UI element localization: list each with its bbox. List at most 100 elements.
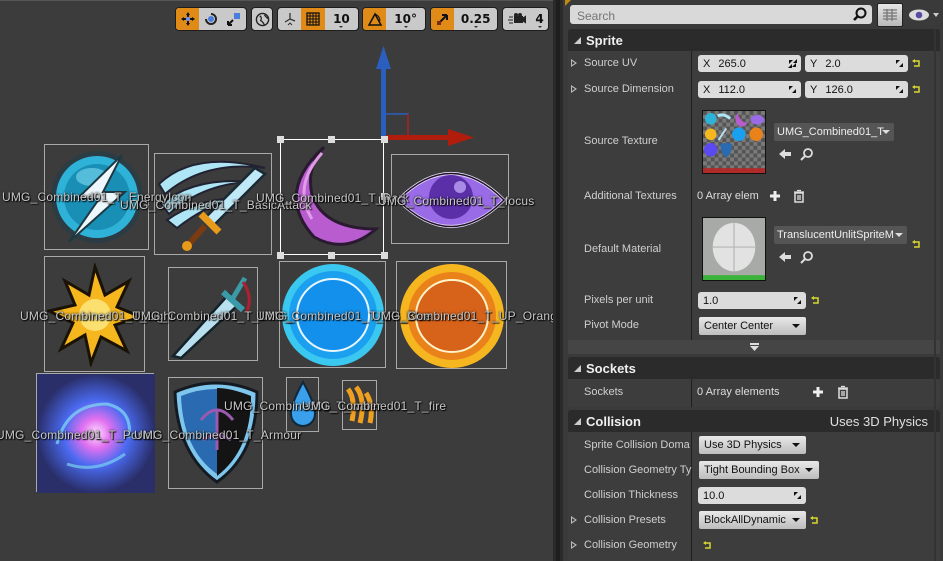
resize-handle-bottom-right[interactable] <box>381 252 388 259</box>
material-thumbnail[interactable] <box>702 217 766 281</box>
pivot-mode-dropdown[interactable]: Center Center <box>699 317 806 335</box>
source-uv-y-field[interactable]: Y 2.0 <box>805 55 908 72</box>
drag-handle-icon[interactable] <box>895 85 904 94</box>
resize-handle-top[interactable] <box>328 136 335 143</box>
prop-sockets: Sockets 0 Array elements <box>568 383 940 403</box>
property-matrix-button[interactable] <box>877 3 903 27</box>
resize-handle-top-left[interactable] <box>277 136 284 143</box>
prop-value: 0 Array elem <box>697 190 759 202</box>
prop-label: Source Texture <box>584 135 658 147</box>
prop-label: Sockets <box>584 386 624 398</box>
reset-to-default-icon[interactable] <box>703 541 712 550</box>
field-value: 10.0 <box>703 489 725 502</box>
browse-asset-icon[interactable] <box>800 250 814 264</box>
grid-snap-value[interactable]: 10 <box>325 8 358 30</box>
collision-presets-dropdown[interactable]: BlockAllDynamic <box>699 511 806 529</box>
section-sprite: Sprite Source UV X 265.0 Y 2.0 Source Di… <box>568 29 940 354</box>
reset-to-default-icon[interactable] <box>810 516 819 525</box>
chevron-down-icon <box>805 468 813 472</box>
browse-asset-icon[interactable] <box>800 147 814 161</box>
reset-to-default-icon[interactable] <box>912 85 921 94</box>
prop-collision-thickness: Collision Thickness 10.0 <box>568 486 940 506</box>
details-search[interactable] <box>570 5 872 26</box>
expand-arrow-icon[interactable] <box>571 85 577 93</box>
scale-snap-button[interactable] <box>431 8 455 30</box>
section-header-collision[interactable]: Collision Uses 3D Physics <box>568 410 940 432</box>
sprite-viewport[interactable]: 10 10° 0.25 4 UMG_Combined01_T_EnergyIco… <box>0 0 553 561</box>
camera-speed-button[interactable] <box>503 8 531 30</box>
expand-arrow-icon[interactable] <box>571 59 577 67</box>
default-material-picker[interactable]: TranslucentUnlitSpriteM <box>774 226 907 244</box>
use-selected-asset-icon[interactable] <box>778 250 792 264</box>
resize-handle-bottom-left[interactable] <box>277 252 284 259</box>
translate-icon <box>180 12 195 26</box>
collision-thickness-field[interactable]: 10.0 <box>698 487 806 504</box>
world-space-button[interactable] <box>252 8 272 30</box>
search-icon[interactable] <box>852 7 867 22</box>
rotate-button[interactable] <box>199 8 222 30</box>
scale-snap-icon <box>436 14 448 25</box>
camera-speed-group: 4 <box>502 7 549 31</box>
section-header-sprite[interactable]: Sprite <box>568 29 940 51</box>
drag-handle-icon[interactable] <box>788 59 797 68</box>
add-element-icon[interactable] <box>811 385 825 399</box>
axis-label: Y <box>810 57 818 70</box>
scale-icon <box>227 13 241 26</box>
axis-label: Y <box>810 83 818 96</box>
prop-collision-presets: Collision Presets BlockAllDynamic <box>568 511 940 531</box>
reset-to-default-icon[interactable] <box>811 296 820 305</box>
collision-geometry-type-dropdown[interactable]: Tight Bounding Box <box>699 461 819 479</box>
drag-handle-icon[interactable] <box>793 296 802 305</box>
prop-pixels-per-unit: Pixels per unit 1.0 <box>568 291 940 311</box>
resize-handle-top-right[interactable] <box>381 136 388 143</box>
source-dimension-x-field[interactable]: X 112.0 <box>698 81 801 98</box>
details-scrollbar[interactable] <box>934 29 936 561</box>
advanced-properties-toggle[interactable] <box>568 340 940 354</box>
reset-to-default-icon[interactable] <box>912 240 921 249</box>
source-texture-picker[interactable]: UMG_Combined01_T <box>774 123 894 141</box>
surface-snap-button[interactable] <box>278 8 301 30</box>
search-input[interactable] <box>570 6 840 26</box>
translate-button[interactable] <box>176 8 200 30</box>
texture-thumbnail[interactable] <box>702 110 766 174</box>
transform-gizmo[interactable] <box>370 41 480 151</box>
gizmo-z-axis[interactable] <box>381 61 386 139</box>
expand-arrow-icon[interactable] <box>571 516 577 524</box>
source-dimension-y-field[interactable]: Y 126.0 <box>805 81 908 98</box>
section-header-sockets[interactable]: Sockets <box>568 357 940 379</box>
resize-handle-bottom[interactable] <box>328 252 335 259</box>
prop-source-dimension: Source Dimension X 112.0 Y 126.0 <box>568 80 940 100</box>
scale-button[interactable] <box>223 8 246 30</box>
scale-snap-value[interactable]: 0.25 <box>454 8 497 30</box>
rotation-snap-value[interactable]: 10° <box>386 8 425 30</box>
rotation-snap-button[interactable] <box>363 8 387 30</box>
prop-value: 0 Array elements <box>697 386 780 398</box>
sprite-label: UMG_Combined01_T_Portal <box>0 428 156 442</box>
expand-arrow-icon[interactable] <box>571 541 577 549</box>
delete-icon[interactable] <box>792 189 806 203</box>
reset-to-default-icon[interactable] <box>912 59 921 68</box>
sprite-label: UMG_Combined01_T_UP_Orange <box>372 309 553 323</box>
drag-handle-icon[interactable] <box>895 59 904 68</box>
gizmo-plane-handle[interactable] <box>386 113 409 135</box>
panel-splitter[interactable] <box>553 0 563 561</box>
gizmo-z-arrow-icon[interactable] <box>376 46 391 69</box>
surface-snap-icon <box>284 13 295 26</box>
camera-speed-value[interactable]: 4 <box>531 8 548 30</box>
gizmo-x-axis[interactable] <box>386 135 456 140</box>
drag-handle-icon[interactable] <box>793 491 802 500</box>
pixels-per-unit-field[interactable]: 1.0 <box>698 292 806 309</box>
transform-mode-group <box>175 7 247 31</box>
drag-handle-icon[interactable] <box>788 85 797 94</box>
view-options-button[interactable] <box>907 8 941 22</box>
field-value: 1.0 <box>703 294 719 307</box>
collision-domain-dropdown[interactable]: Use 3D Physics <box>699 436 806 454</box>
add-element-icon[interactable] <box>768 189 782 203</box>
camera-speed-icon <box>508 13 526 24</box>
gizmo-x-arrow-icon[interactable] <box>448 129 474 146</box>
delete-icon[interactable] <box>836 385 850 399</box>
field-value: 112.0 <box>718 83 746 96</box>
use-selected-asset-icon[interactable] <box>778 147 792 161</box>
source-uv-x-field[interactable]: X 265.0 <box>698 55 801 72</box>
grid-snap-button[interactable] <box>301 8 325 30</box>
